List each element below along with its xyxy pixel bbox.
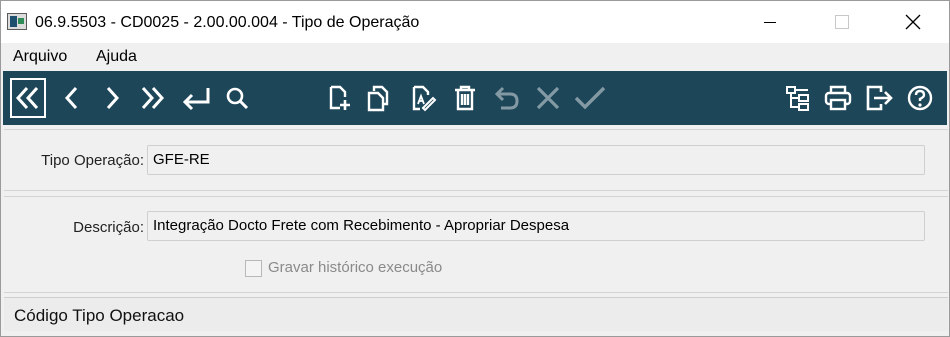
menu-ajuda[interactable]: Ajuda — [96, 47, 137, 67]
application-window: 06.9.5503 - CD0025 - 2.00.00.004 - Tipo … — [0, 0, 950, 337]
minimize-button[interactable] — [747, 1, 793, 43]
copy-record-button[interactable] — [361, 78, 397, 118]
tipo-operacao-field[interactable]: GFE-RE — [147, 145, 925, 175]
save-button[interactable] — [572, 78, 608, 118]
exit-icon — [866, 85, 893, 111]
printer-icon — [824, 85, 852, 111]
status-text: Código Tipo Operacao — [14, 306, 185, 325]
app-icon — [7, 13, 27, 30]
tipo-operacao-label: Tipo Operação: — [41, 152, 144, 169]
double-chevron-left-icon — [15, 86, 39, 110]
maximize-icon — [835, 15, 849, 29]
return-arrow-icon — [182, 88, 210, 111]
previous-record-button[interactable] — [54, 78, 90, 118]
goto-record-button[interactable] — [178, 78, 214, 118]
title-bar: 06.9.5503 - CD0025 - 2.00.00.004 - Tipo … — [1, 1, 949, 43]
double-chevron-right-icon — [141, 86, 165, 110]
gravar-historico-label: Gravar histórico execução — [268, 259, 443, 276]
chevron-right-icon — [106, 86, 120, 110]
search-button[interactable] — [219, 78, 255, 118]
toolbar — [3, 71, 947, 125]
maximize-button[interactable] — [819, 1, 865, 43]
help-icon — [907, 85, 933, 111]
help-button[interactable] — [902, 78, 938, 118]
close-icon — [536, 86, 560, 110]
edit-document-icon — [412, 85, 437, 112]
hierarchy-button[interactable] — [780, 78, 816, 118]
close-button[interactable] — [890, 1, 936, 43]
window-title: 06.9.5503 - CD0025 - 2.00.00.004 - Tipo … — [35, 14, 420, 31]
delete-record-button[interactable] — [447, 78, 483, 118]
key-section: Tipo Operação: GFE-RE — [4, 129, 948, 191]
undo-button[interactable] — [489, 78, 525, 118]
search-icon — [226, 87, 249, 110]
new-record-button[interactable] — [321, 78, 357, 118]
last-record-button[interactable] — [134, 78, 170, 118]
tree-icon — [786, 86, 809, 111]
details-section: Descrição: Integração Docto Frete com Re… — [4, 196, 948, 293]
exit-button[interactable] — [862, 78, 898, 118]
descricao-field[interactable]: Integração Docto Frete com Recebimento -… — [147, 211, 925, 241]
new-document-icon — [329, 85, 350, 110]
gravar-historico-checkbox[interactable] — [245, 259, 262, 277]
minimize-icon — [764, 21, 776, 23]
chevron-left-icon — [64, 86, 78, 110]
cancel-button[interactable] — [530, 78, 566, 118]
menu-bar: Arquivo Ajuda — [1, 43, 949, 71]
descricao-label: Descrição: — [73, 219, 144, 236]
undo-icon — [494, 86, 519, 110]
edit-record-button[interactable] — [405, 78, 441, 118]
copy-icon — [367, 85, 389, 112]
trash-icon — [455, 85, 475, 111]
status-bar: Código Tipo Operacao — [4, 297, 948, 331]
menu-arquivo[interactable]: Arquivo — [13, 47, 67, 67]
next-record-button[interactable] — [94, 78, 130, 118]
gravar-historico-row: Gravar histórico execução — [245, 258, 442, 278]
check-icon — [574, 86, 606, 110]
print-button[interactable] — [820, 78, 856, 118]
close-window-icon — [905, 14, 921, 30]
first-record-button[interactable] — [10, 78, 46, 118]
